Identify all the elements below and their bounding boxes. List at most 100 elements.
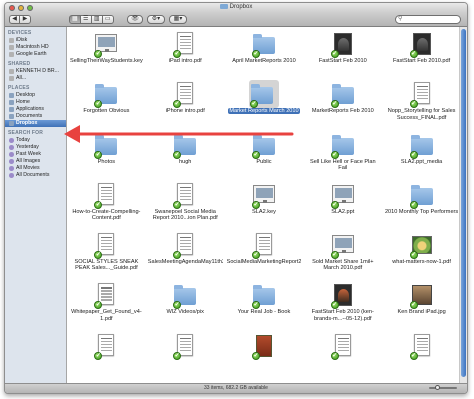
file-item[interactable]: ✓SalesMeetingAgendaMay11th2010.pptx (146, 228, 225, 278)
list-view-button[interactable]: ☰ (80, 15, 92, 24)
file-item[interactable]: ✓ (67, 329, 146, 379)
file-item[interactable]: ✓ Sell Like Hell or Face Plan Fail (303, 128, 382, 178)
close-button[interactable] (9, 4, 15, 11)
sidebar-item[interactable]: All... (5, 75, 66, 82)
sidebar-item[interactable]: Yesterday (5, 144, 66, 151)
sidebar-item[interactable]: Today (5, 137, 66, 144)
file-icon[interactable]: ✓ (251, 181, 277, 209)
folder-icon[interactable]: ✓ (172, 131, 198, 159)
scroll-thumb[interactable] (461, 29, 466, 377)
sidebar-item[interactable]: Dropbox (5, 120, 66, 127)
file-icon[interactable]: ✓ (93, 332, 119, 360)
sidebar-item[interactable]: KENNETH D BR... (5, 68, 66, 75)
file-icon[interactable]: ✓ (409, 332, 435, 360)
action-menu-button[interactable]: ⚙▾ (147, 15, 165, 24)
file-item[interactable]: ✓ Market Reports March 2010 (225, 77, 304, 127)
sidebar-item[interactable]: Applications (5, 106, 66, 113)
sidebar-item[interactable]: Documents (5, 113, 66, 120)
file-icon[interactable]: ✓ (251, 231, 277, 260)
file-item[interactable]: ✓ hugh (146, 128, 225, 178)
folder-icon[interactable]: ✓ (93, 131, 119, 159)
file-item[interactable]: ✓ WIZ Videos/pix (146, 278, 225, 328)
file-item[interactable]: ✓ (303, 329, 382, 379)
file-item[interactable]: ✓ Nopp_Storytelling for Sales Success_FIN… (382, 77, 461, 127)
column-view-button[interactable]: ▥ (91, 15, 103, 24)
icon-size-slider[interactable] (429, 385, 457, 390)
arrange-menu-button[interactable]: ▦▾ (169, 15, 187, 24)
file-item[interactable]: ✓ Sold Market Share 1mil+ March 2010.pdf (303, 228, 382, 278)
folder-icon[interactable]: ✓ (409, 181, 435, 209)
file-icon[interactable]: ✓ (172, 181, 198, 209)
quicklook-button[interactable]: 👁 (127, 15, 143, 24)
file-item[interactable]: ✓ Your Real Job - Book (225, 278, 304, 328)
file-icon[interactable]: ✓ (330, 30, 356, 58)
file-item[interactable]: ✓ SLA2.ppt (303, 178, 382, 228)
file-item[interactable]: ✓ FastStart Feb 2010 (303, 27, 382, 77)
sidebar-item[interactable]: iDisk (5, 37, 66, 44)
folder-icon[interactable]: ✓ (409, 131, 435, 159)
file-icon[interactable]: ✓ (172, 332, 198, 360)
file-icon[interactable]: ✓ (172, 231, 198, 260)
file-item[interactable]: ✓ Ken Brand iPad.jpg (382, 278, 461, 328)
icon-view-button[interactable]: ▦ (69, 15, 81, 24)
file-icon[interactable]: ✓ (409, 281, 435, 310)
sidebar-item[interactable]: All Documents (5, 172, 66, 179)
file-item[interactable]: ✓ (146, 329, 225, 379)
folder-icon[interactable]: ✓ (248, 80, 279, 109)
vertical-scrollbar[interactable] (459, 27, 467, 385)
file-item[interactable]: ✓ Swanepoel Social Media Report 2010...io… (146, 178, 225, 228)
coverflow-view-button[interactable]: ▭ (102, 15, 114, 24)
zoom-button[interactable] (27, 4, 33, 11)
file-item[interactable]: ✓ April MarketReports 2010 (225, 27, 304, 77)
sidebar-item[interactable]: Past Week (5, 151, 66, 158)
sidebar-item[interactable]: All Movies (5, 165, 66, 172)
sidebar-item[interactable]: Desktop (5, 92, 66, 99)
file-icon[interactable]: ✓ (409, 30, 435, 58)
file-item[interactable]: ✓ (382, 329, 461, 379)
file-item[interactable]: ✓ (225, 329, 304, 379)
file-icon[interactable]: ✓ (409, 80, 435, 109)
file-item[interactable]: ✓ Public (225, 128, 304, 178)
sidebar-item[interactable]: Macintosh HD (5, 44, 66, 51)
folder-icon[interactable]: ✓ (93, 80, 119, 109)
file-item[interactable]: ✓ SLA2.key (225, 178, 304, 228)
file-item[interactable]: ✓ SellingTheirWayStudents.key (67, 27, 146, 77)
file-item[interactable]: ✓ iPhone intro.pdf (146, 77, 225, 127)
back-button[interactable]: ◀ (9, 15, 20, 24)
search-field[interactable]: ⚲ (395, 15, 461, 24)
file-icon[interactable]: ✓ (251, 332, 277, 360)
file-icon[interactable]: ✓ (93, 181, 119, 209)
folder-icon[interactable]: ✓ (251, 30, 277, 58)
file-icon[interactable]: ✓ (330, 281, 356, 310)
sidebar-item[interactable]: All Images (5, 158, 66, 165)
minimize-button[interactable] (18, 4, 24, 11)
file-icon[interactable]: ✓ (330, 332, 356, 360)
file-item[interactable]: ✓ SLA2.ppt_media (382, 128, 461, 178)
file-item[interactable]: ✓ Forgotten Obvious (67, 77, 146, 127)
forward-button[interactable]: ▶ (20, 15, 31, 24)
file-icon[interactable]: ✓ (409, 231, 435, 260)
file-item[interactable]: ✓ what-matters-now-1.pdf (382, 228, 461, 278)
file-item[interactable]: ✓ Whitepaper_Get_Found_v4-1.pdf (67, 278, 146, 328)
file-item[interactable]: ✓ 2010 Monthly Top Performers (382, 178, 461, 228)
file-item[interactable]: ✓ Photos (67, 128, 146, 178)
file-item[interactable]: ✓ How-to-Create-Compelling-Content.pdf (67, 178, 146, 228)
file-item[interactable]: ✓ FastStart Feb 2010.pdf (382, 27, 461, 77)
folder-icon[interactable]: ✓ (251, 281, 277, 310)
sidebar-item[interactable]: Home (5, 99, 66, 106)
file-item[interactable]: ✓ FastStart Feb 2010 (ken-brands-m...--05… (303, 278, 382, 328)
file-icon[interactable]: ✓ (172, 30, 198, 58)
file-item[interactable]: ✓SocialMediaMarketingReport2010.pdf (225, 228, 304, 278)
file-item[interactable]: ✓ SOCIAL STYLES SNEAK PEAK Sales..._Guide… (67, 228, 146, 278)
file-icon[interactable]: ✓ (93, 281, 119, 310)
file-icon[interactable]: ✓ (330, 181, 356, 209)
folder-icon[interactable]: ✓ (251, 131, 277, 159)
folder-icon[interactable]: ✓ (330, 80, 356, 109)
file-item[interactable]: ✓ MarketReports Feb 2010 (303, 77, 382, 127)
folder-icon[interactable]: ✓ (330, 131, 356, 159)
file-item[interactable]: ✓ iPad intro.pdf (146, 27, 225, 77)
file-icon[interactable]: ✓ (93, 30, 119, 58)
file-icon[interactable]: ✓ (172, 80, 198, 109)
folder-icon[interactable]: ✓ (172, 281, 198, 310)
slider-knob[interactable] (435, 385, 440, 390)
